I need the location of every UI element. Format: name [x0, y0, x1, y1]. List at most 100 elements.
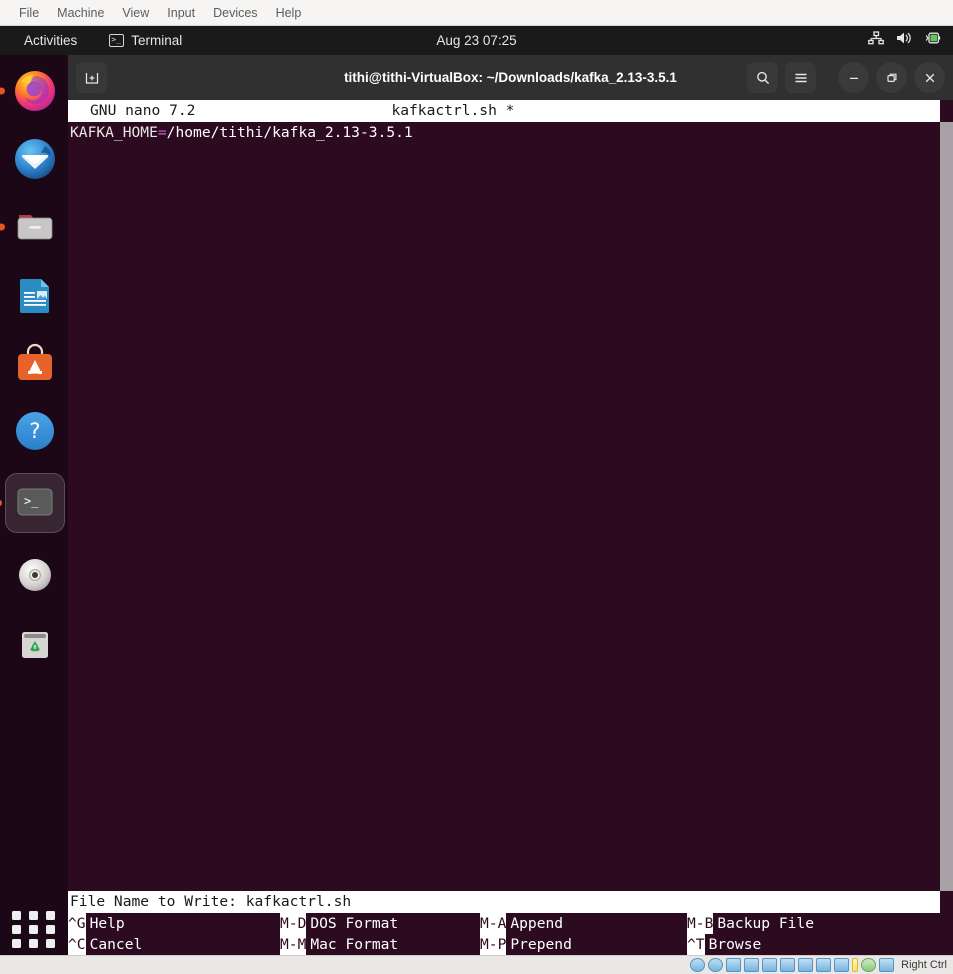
shortcut-label: DOS Format: [310, 915, 399, 932]
terminal-window: tithi@tithi-VirtualBox: ~/Downloads/kafk…: [68, 55, 953, 955]
dock-item-ubuntu-software[interactable]: [9, 337, 61, 389]
thunderbird-icon: [15, 139, 55, 179]
dock-item-thunderbird[interactable]: [9, 133, 61, 185]
shortcut-key: M-D: [280, 913, 307, 934]
shortcut-key: M-M: [280, 934, 307, 955]
grid-dot: [46, 938, 55, 948]
dock-item-libreoffice-writer[interactable]: [9, 269, 61, 321]
dock-item-files[interactable]: [9, 201, 61, 253]
shortcut-cancel[interactable]: ^C Cancel: [68, 934, 280, 955]
shortcut-help[interactable]: ^G Help: [68, 913, 280, 934]
trash-icon: [22, 632, 48, 658]
terminal-icon: [109, 33, 125, 47]
dock-item-disc[interactable]: [9, 549, 61, 601]
disc-icon: [19, 559, 51, 591]
network-wired-icon: [868, 31, 884, 50]
shortcut-label: Cancel: [89, 936, 143, 953]
shortcut-browse[interactable]: ^T Browse: [687, 934, 887, 955]
grid-dot: [46, 924, 55, 934]
close-button[interactable]: [914, 62, 945, 93]
new-tab-button[interactable]: [76, 62, 107, 93]
ubuntu-dock: ? >_: [0, 55, 70, 974]
terminal-titlebar: tithi@tithi-VirtualBox: ~/Downloads/kafk…: [68, 55, 953, 100]
nano-editor: GNU nano 7.2 kafkactrl.sh * KAFKA_HOME=/…: [68, 100, 953, 955]
nano-titlebar: GNU nano 7.2 kafkactrl.sh *: [68, 100, 940, 122]
code-token-equals: =: [157, 124, 167, 141]
dock-item-terminal[interactable]: >_: [5, 473, 65, 533]
vbox-menu-help[interactable]: Help: [267, 4, 311, 22]
vbox-menu-devices[interactable]: Devices: [204, 4, 266, 22]
vbox-menu-view[interactable]: View: [113, 4, 158, 22]
grid-dot: [12, 938, 21, 948]
activities-button[interactable]: Activities: [14, 33, 87, 48]
shortcut-key: ^C: [68, 934, 86, 955]
shortcut-label: Backup File: [717, 915, 815, 932]
mouse-integration-icon[interactable]: [861, 958, 877, 972]
maximize-button[interactable]: [876, 62, 907, 93]
hard-disk-icon[interactable]: [690, 958, 706, 972]
recording-icon[interactable]: [816, 958, 832, 972]
grid-dot: [29, 910, 38, 920]
app-indicator-terminal[interactable]: Terminal: [109, 33, 182, 48]
network-icon[interactable]: [744, 958, 760, 972]
grid-dot: [29, 924, 38, 934]
shortcut-mac-format[interactable]: M-M Mac Format: [280, 934, 480, 955]
code-token-variable: KAFKA_HOME: [70, 124, 158, 141]
nano-shortcut-row: ^C Cancel M-M Mac Format M-P Prepend ^T Brow…: [68, 934, 953, 955]
vbox-menu-input[interactable]: Input: [158, 4, 204, 22]
ubuntu-software-icon: [18, 343, 52, 380]
floppy-icon[interactable]: [726, 958, 742, 972]
optical-drive-icon[interactable]: [708, 958, 724, 972]
app-indicator-label: Terminal: [131, 33, 183, 48]
grid-dot: [46, 910, 55, 920]
titlebar-buttons: [747, 62, 945, 93]
search-button[interactable]: [747, 62, 778, 93]
shared-folders-icon[interactable]: [780, 958, 796, 972]
shortcut-label: Prepend: [510, 936, 572, 953]
minimize-button[interactable]: [838, 62, 869, 93]
vbox-menu-machine[interactable]: Machine: [48, 4, 113, 22]
firefox-icon: [15, 71, 55, 111]
shortcut-key: ^G: [68, 913, 86, 934]
shortcut-key: M-B: [687, 913, 714, 934]
nano-write-prompt[interactable]: File Name to Write: kafkactrl.sh: [68, 891, 940, 913]
shortcut-backup-file[interactable]: M-B Backup File: [687, 913, 887, 934]
virtualization-icon[interactable]: [834, 958, 850, 972]
show-applications-button[interactable]: [12, 906, 58, 952]
nano-footer: File Name to Write: kafkactrl.sh ^G Help …: [68, 891, 953, 955]
code-line: KAFKA_HOME=/home/tithi/kafka_2.13-3.5.1: [68, 122, 953, 143]
grid-dot: [29, 938, 38, 948]
help-icon: ?: [16, 412, 54, 450]
dock-item-help[interactable]: ?: [9, 405, 61, 457]
shortcut-label: Append: [510, 915, 564, 932]
svg-text:?: ?: [29, 419, 40, 443]
hamburger-menu-button[interactable]: [785, 62, 816, 93]
nano-text-area[interactable]: KAFKA_HOME=/home/tithi/kafka_2.13-3.5.1: [68, 122, 953, 891]
grid-dot: [12, 924, 21, 934]
svg-text:>_: >_: [24, 494, 39, 508]
virtualbox-statusbar: Right Ctrl: [0, 955, 953, 974]
usb-icon[interactable]: [762, 958, 778, 972]
shortcut-label: Mac Format: [310, 936, 399, 953]
dock-item-trash[interactable]: [9, 617, 61, 669]
gnome-top-panel: Activities Terminal Aug 23 07:25: [0, 26, 953, 55]
battery-icon: [925, 31, 941, 50]
shortcut-prepend[interactable]: M-P Prepend: [480, 934, 687, 955]
shortcut-label: Help: [89, 915, 125, 932]
host-key-label: Right Ctrl: [901, 959, 947, 971]
shortcut-key: ^T: [687, 934, 705, 955]
keyboard-icon[interactable]: [879, 958, 895, 972]
shortcut-key: M-A: [480, 913, 507, 934]
shortcut-key: M-P: [480, 934, 507, 955]
shortcut-label: Browse: [708, 936, 762, 953]
shortcut-dos-format[interactable]: M-D DOS Format: [280, 913, 480, 934]
nano-shortcut-row: ^G Help M-D DOS Format M-A Append M-B Backup…: [68, 913, 953, 934]
display-icon[interactable]: [798, 958, 814, 972]
nano-version-label: GNU nano 7.2: [90, 102, 196, 119]
panel-status-area[interactable]: [868, 31, 941, 50]
shortcut-append[interactable]: M-A Append: [480, 913, 687, 934]
vbox-menu-file[interactable]: File: [10, 4, 48, 22]
code-token-path: /home/tithi/kafka_2.13-3.5.1: [166, 124, 413, 141]
terminal-scrollbar[interactable]: [940, 122, 953, 891]
dock-item-firefox[interactable]: [9, 65, 61, 117]
